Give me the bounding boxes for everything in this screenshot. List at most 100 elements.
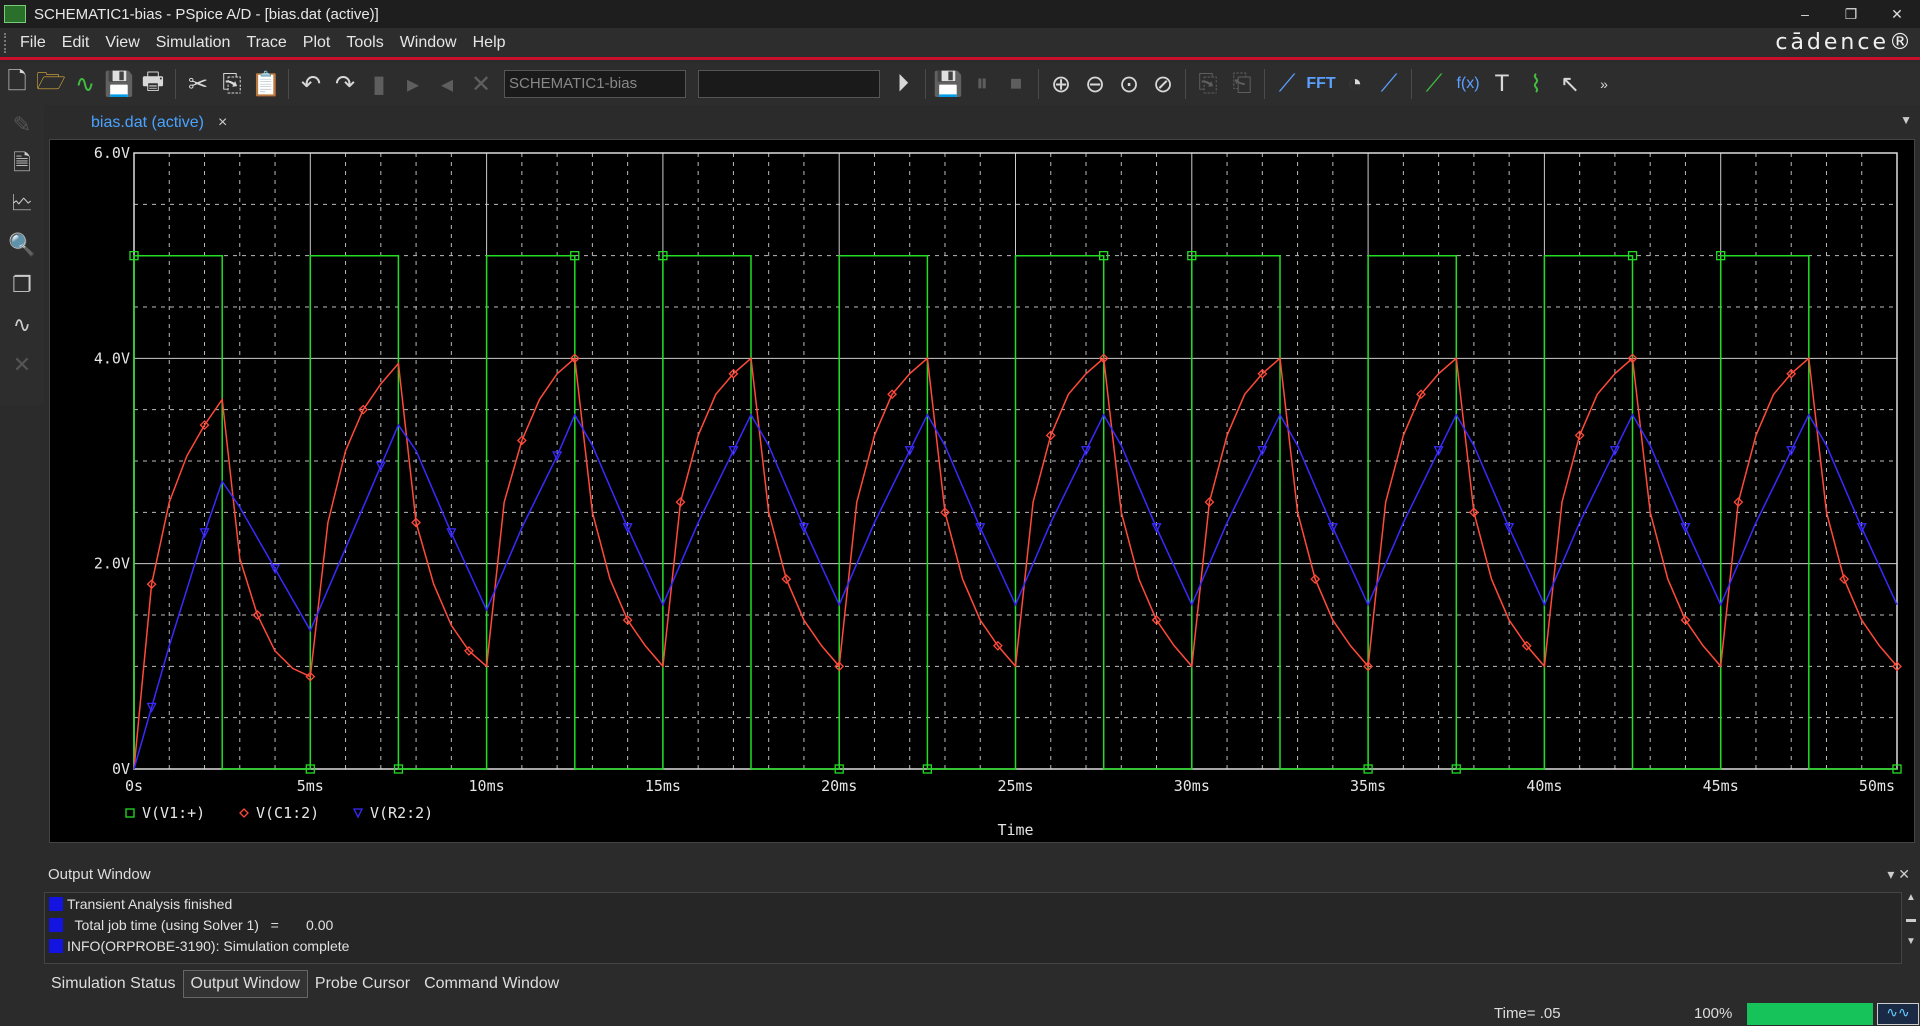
copy-icon[interactable]: ⎘ (215, 67, 249, 101)
x-tick-label: 20ms (821, 777, 857, 795)
zoom-area-icon[interactable]: ⊘ (1146, 67, 1180, 101)
log-line: INFO(ORPROBE-3190): Simulation complete (45, 935, 1901, 956)
log-line: Transient Analysis finished (45, 893, 1901, 914)
mark-data-icon[interactable]: ⌇ (1519, 67, 1553, 101)
tab-command-window[interactable]: Command Window (417, 971, 566, 997)
copy-plot-icon[interactable]: ⎘ (1191, 67, 1225, 101)
save-icon[interactable]: 💾 (102, 67, 136, 101)
legend-marker (352, 808, 364, 819)
log-text: INFO(ORPROBE-3190): Simulation complete (67, 937, 350, 954)
x-tick-label: 40ms (1526, 777, 1562, 795)
open-folder-icon[interactable]: 🗁 (34, 67, 68, 101)
menu-trace[interactable]: Trace (238, 34, 294, 52)
text-label-icon[interactable]: T (1485, 67, 1519, 101)
tab-bias-dat[interactable]: bias.dat (active) × (91, 109, 227, 137)
zoom-fit-icon[interactable]: ⊙ (1112, 67, 1146, 101)
menu-bar: File Edit View Simulation Trace Plot Too… (0, 28, 1920, 60)
bookmark-clear-icon[interactable]: ✕ (464, 67, 498, 101)
search-waveform-icon[interactable]: 🔍 (0, 225, 44, 265)
progress-percent: 100% (1694, 1005, 1733, 1022)
eval-function-button[interactable]: f(x) (1451, 67, 1485, 101)
pause-icon[interactable]: ⏸ (965, 67, 999, 101)
menu-file[interactable]: File (12, 34, 54, 52)
toolbar-overflow-icon[interactable]: » (1587, 67, 1621, 101)
output-window: Output Window ▾ ✕ Transient Analysis fin… (44, 860, 1920, 966)
cursor-icon[interactable]: ↖ (1553, 67, 1587, 101)
output-window-controls[interactable]: ▾ ✕ (1887, 866, 1910, 883)
bookmark-icon[interactable]: ▮ (362, 67, 396, 101)
bookmark-prev-icon[interactable]: ◂ (430, 67, 464, 101)
tab-simulation-status[interactable]: Simulation Status (44, 971, 183, 997)
menu-help[interactable]: Help (465, 34, 514, 52)
paste-icon[interactable]: 📋 (249, 67, 283, 101)
fft-button[interactable]: FFT (1304, 67, 1338, 101)
menu-tools[interactable]: Tools (338, 34, 391, 52)
menu-plot[interactable]: Plot (295, 34, 339, 52)
legend-label: V(C1:2) (256, 804, 319, 822)
save-data-icon[interactable]: 💾 (931, 67, 965, 101)
probe-icon[interactable]: ✎ (0, 105, 44, 145)
run-icon[interactable]: ⏵ (886, 67, 920, 101)
new-file-icon[interactable]: 🗋 (0, 67, 34, 101)
info-icon (49, 896, 63, 911)
log-y-axis-icon[interactable]: ⟋ (1270, 67, 1304, 101)
cut-icon[interactable]: ✂ (181, 67, 215, 101)
x-tick-label: 50ms (1859, 777, 1895, 795)
close-tab-icon[interactable]: × (218, 114, 227, 132)
output-scrollbar[interactable]: ▲ ▬ ▼ (1902, 892, 1920, 964)
tab-output-window[interactable]: Output Window (182, 970, 308, 998)
x-tick-label: 45ms (1703, 777, 1739, 795)
window-title: SCHEMATIC1-bias - PSpice A/D - [bias.dat… (34, 5, 379, 23)
menu-window[interactable]: Window (392, 34, 465, 52)
waveform-chart[interactable]: 0s 5ms 10ms 15ms 20ms 25ms 30ms 35ms 40ms 45ms 50m… (50, 140, 1916, 844)
stop-icon[interactable]: ⏹ (999, 67, 1033, 101)
wave-icon[interactable]: ∿ (68, 67, 102, 101)
x-tick-label: 5ms (297, 777, 324, 795)
simulation-profile-field[interactable]: SCHEMATIC1-bias (504, 70, 686, 98)
delete-trace-icon[interactable]: ✕ (0, 345, 44, 385)
toolbar-separator (1038, 69, 1039, 99)
waveform-file-icon[interactable]: 🗠 (0, 185, 44, 225)
x-tick-label: 0s (125, 777, 143, 795)
tab-menu-icon[interactable]: ▼ (1900, 113, 1912, 127)
title-bar: SCHEMATIC1-bias - PSpice A/D - [bias.dat… (0, 0, 1920, 28)
undo-icon[interactable]: ↶ (294, 67, 328, 101)
redo-icon[interactable]: ↷ (328, 67, 362, 101)
menu-view[interactable]: View (97, 34, 147, 52)
output-window-title: Output Window (48, 865, 151, 883)
profile-dropdown[interactable] (698, 70, 880, 98)
legend-marker (239, 808, 249, 818)
menu-edit[interactable]: Edit (54, 34, 98, 52)
tab-label: bias.dat (active) (91, 114, 204, 131)
zoom-out-icon[interactable]: ⊖ (1078, 67, 1112, 101)
add-trace-icon[interactable]: ⟋ (1417, 67, 1451, 101)
bottom-tab-bar: Simulation Status Output Window Probe Cu… (44, 970, 1920, 998)
performance-analysis-icon[interactable]: ◔ (1338, 67, 1372, 101)
zoom-in-icon[interactable]: ⊕ (1044, 67, 1078, 101)
bookmark-next-icon[interactable]: ▸ (396, 67, 430, 101)
menu-simulation[interactable]: Simulation (148, 34, 239, 52)
restore-button[interactable]: ❐ (1828, 0, 1874, 28)
main-toolbar: 🗋 🗁 ∿ 💾 🖶 ✂ ⎘ 📋 ↶ ↷ ▮ ▸ ◂ ✕ SCHEMATIC1-b… (0, 63, 1920, 105)
log-text: Transient Analysis finished (67, 895, 233, 912)
toolbar-separator (175, 69, 176, 99)
window-controls: – ❐ ✕ (1782, 0, 1920, 28)
output-file-icon[interactable]: 🗎 (0, 145, 44, 185)
probe-plot-window[interactable]: 0s 5ms 10ms 15ms 20ms 25ms 30ms 35ms 40ms 45ms 50m… (49, 139, 1915, 843)
trace-edit-icon[interactable]: ∿ (0, 305, 44, 345)
close-window-button[interactable]: ✕ (1874, 0, 1920, 28)
pspice-app-icon (4, 5, 26, 23)
y-tick-label: 4.0V (94, 349, 130, 367)
minimize-button[interactable]: – (1782, 0, 1828, 28)
y-tick-label: 2.0V (94, 555, 130, 573)
paste-plot-icon[interactable]: ⎗ (1225, 67, 1259, 101)
cadence-logo: cādence® (1775, 30, 1914, 55)
log-x-axis-icon[interactable]: ⟋ (1372, 67, 1406, 101)
window-stack-icon[interactable]: ❐ (0, 265, 44, 305)
y-tick-label: 6.0V (94, 144, 130, 162)
waveform-status-icon: ∿∿ (1877, 1003, 1919, 1025)
toolbar-separator (288, 69, 289, 99)
print-icon[interactable]: 🖶 (136, 67, 170, 101)
tab-probe-cursor[interactable]: Probe Cursor (308, 971, 417, 997)
status-bar: Time= .05 100% ∿∿ (44, 1000, 1920, 1026)
